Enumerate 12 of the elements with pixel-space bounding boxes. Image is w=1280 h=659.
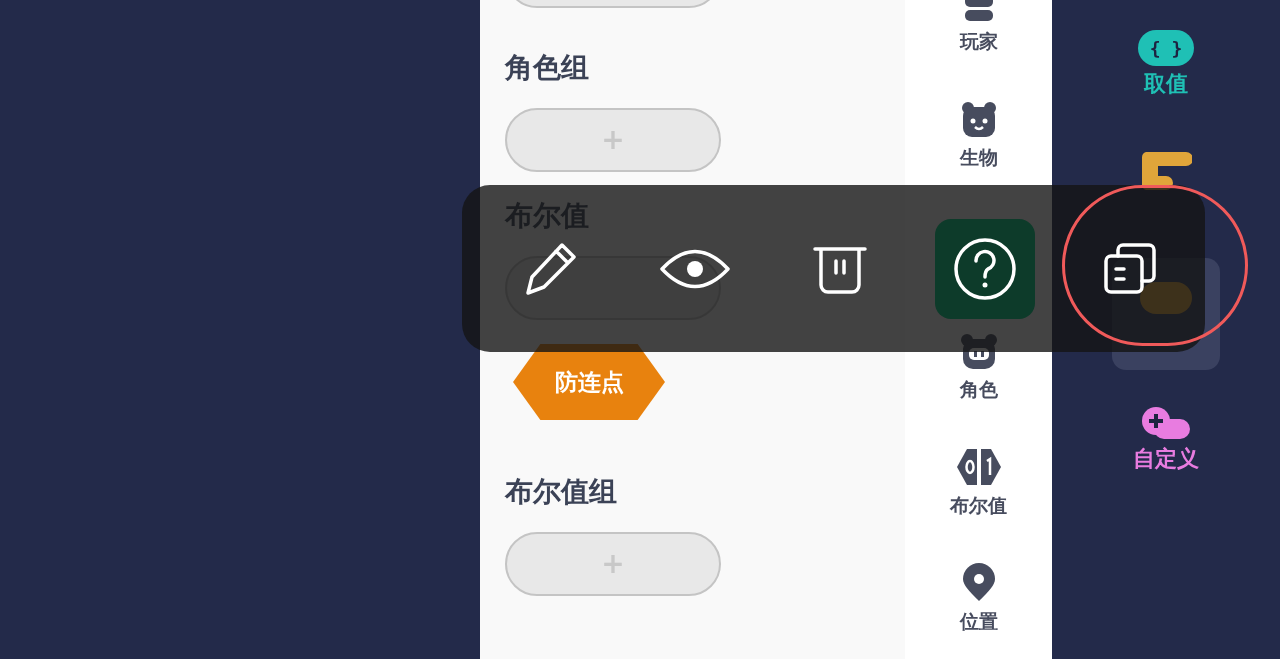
group-tab[interactable]: 自定义 bbox=[1112, 383, 1220, 495]
binary-icon bbox=[954, 447, 1003, 487]
help-button[interactable] bbox=[935, 218, 1035, 319]
copy-icon bbox=[1102, 240, 1158, 297]
category-tab[interactable]: 布尔值 bbox=[950, 424, 1007, 540]
category-tab[interactable]: 玩家 bbox=[958, 0, 999, 76]
help-icon bbox=[953, 236, 1017, 301]
group-tab[interactable]: { } 取值 bbox=[1112, 8, 1220, 120]
category-tab[interactable]: 位置 bbox=[958, 540, 999, 656]
section-heading: 角色组 bbox=[505, 50, 589, 86]
section-heading: 布尔值组 bbox=[505, 474, 617, 510]
braces-icon: { } bbox=[1138, 30, 1194, 66]
